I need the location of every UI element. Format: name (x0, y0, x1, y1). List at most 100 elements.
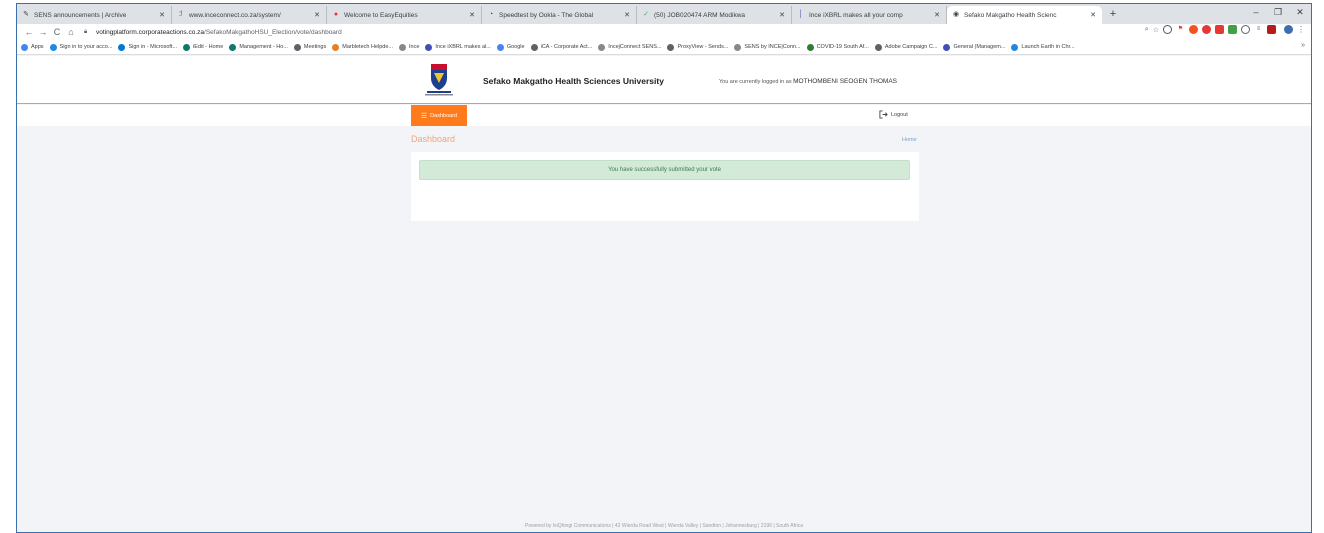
new-tab-button[interactable]: + (1106, 6, 1120, 24)
close-window-button[interactable]: ✕ (1289, 4, 1311, 22)
browser-tab[interactable]: ✓ (50) JOB020474 ARM Modikwa ✕ (637, 6, 792, 24)
bookmark-label: iCA - Corporate Act... (540, 44, 593, 50)
bookmark-favicon-icon (118, 43, 126, 51)
extension-icon[interactable] (1163, 25, 1172, 34)
bookmark-star-icon[interactable]: ☆ (1153, 26, 1159, 34)
extension-icon[interactable] (1267, 25, 1276, 34)
tab-favicon-icon: ◉ (952, 11, 960, 18)
extension-icon[interactable] (1228, 25, 1237, 34)
back-button[interactable]: ← (22, 27, 36, 37)
bookmark-item[interactable]: Ince (399, 43, 419, 51)
tab-close-icon[interactable]: ✕ (468, 11, 476, 19)
tab-close-icon[interactable]: ✕ (778, 11, 786, 19)
forward-button[interactable]: → (36, 27, 50, 37)
logged-in-prefix: You are currently logged in as (719, 79, 792, 85)
reload-button[interactable]: C (50, 27, 64, 37)
tab-title: SENS announcements | Archive (34, 11, 127, 19)
bookmark-favicon-icon (530, 43, 538, 51)
address-bar[interactable]: 🔒︎ votingplatform.corporateactions.co.za… (84, 25, 342, 39)
browser-tab-active[interactable]: ◉ Sefako Makgatho Health Scienc ✕ (947, 6, 1102, 24)
bookmark-favicon-icon (734, 43, 742, 51)
tab-close-icon[interactable]: ✕ (623, 11, 631, 19)
bookmark-label: Launch Earth in Chr... (1021, 44, 1075, 50)
bookmark-label: ProxyView - Sends... (677, 44, 729, 50)
bookmark-item[interactable]: Apps (21, 43, 44, 51)
home-button[interactable]: ⌂ (64, 27, 78, 37)
bookmark-item[interactable]: Adobe Campaign C... (874, 43, 938, 51)
browser-tab[interactable]: ℐwww.inceconnect.co.za/system/ ✕ (172, 6, 327, 24)
site-navbar: ☰ Dashboard Logout (17, 105, 1311, 126)
tab-title: Ince iXBRL makes all your comp (809, 11, 903, 19)
bookmark-item[interactable]: SENS by INCE|Conn... (734, 43, 801, 51)
bookmark-label: Ince iXBRL makes al... (435, 44, 491, 50)
breadcrumb-home-link[interactable]: Home (902, 137, 917, 143)
tab-close-icon[interactable]: ✕ (1089, 11, 1097, 19)
bookmark-favicon-icon (49, 43, 57, 51)
tab-favicon-icon: ✎ (23, 11, 29, 18)
bookmark-item[interactable]: Ince iXBRL makes al... (425, 43, 491, 51)
success-alert-message: You have successfully submitted your vot… (608, 167, 721, 173)
browser-toolbar: ← → C ⌂ 🔒︎ votingplatform.corporateactio… (17, 24, 1311, 40)
bookmarks-bar: Apps Sign in to your acco... Sign in - Mic… (17, 40, 1311, 55)
bookmark-item[interactable]: COVID-19 South Af... (806, 43, 869, 51)
bookmark-item[interactable]: Sign in to your acco... (49, 43, 113, 51)
browser-tab[interactable]: ✎ SENS announcements | Archive ✕ (17, 6, 172, 24)
tab-favicon-icon: ✓ (643, 11, 649, 18)
site-header: Sefako Makgatho Health Sciences Universi… (17, 56, 1311, 104)
lock-icon: 🔒︎ (84, 28, 88, 35)
bookmark-item[interactable]: Marbletech Helpde... (332, 43, 393, 51)
bookmarks-overflow-button[interactable]: » (1301, 42, 1305, 49)
bookmark-item[interactable]: iEdit - Home (183, 43, 223, 51)
browser-tab[interactable]: │ Ince iXBRL makes all your comp ✕ (792, 6, 947, 24)
zoom-icon[interactable]: ⌕ (1145, 26, 1149, 34)
bookmark-label: IncejConnect SENS... (608, 44, 662, 50)
bookmark-label: Sign in to your acco... (59, 44, 113, 50)
bookmark-item[interactable]: ProxyView - Sends... (667, 43, 729, 51)
bookmark-favicon-icon (425, 43, 433, 51)
tab-title: Speedtest by Ookla - The Global (499, 11, 594, 19)
extension-icon[interactable] (1215, 25, 1224, 34)
tab-favicon-icon: │ (798, 11, 804, 18)
bookmark-item[interactable]: Sign in - Microsoft... (118, 43, 177, 51)
bookmark-item[interactable]: Google (496, 43, 525, 51)
url-path: /SefakoMakgathoHSU_Election/vote/dashboa… (204, 28, 342, 36)
bookmark-favicon-icon (943, 43, 951, 51)
bookmark-label: Adobe Campaign C... (884, 44, 938, 50)
bookmark-item[interactable]: Launch Earth in Chr... (1011, 43, 1075, 51)
tab-close-icon[interactable]: ✕ (313, 11, 321, 19)
bookmark-label: Meetings (303, 44, 327, 50)
page-title: Dashboard (411, 134, 456, 144)
bookmark-favicon-icon (1011, 43, 1019, 51)
browser-window: ✎ SENS announcements | Archive ✕ ℐwww.ince… (16, 3, 1312, 533)
window-controls: – ❐ ✕ (1245, 4, 1311, 22)
bookmark-label: SENS by INCE|Conn... (744, 44, 801, 50)
bookmark-label: Management - Ho... (239, 44, 288, 50)
nav-dashboard-label: Dashboard (430, 112, 458, 119)
logout-link[interactable]: Logout (879, 110, 908, 119)
tab-title: Welcome to EasyEquities (344, 11, 418, 19)
bookmark-item[interactable]: IncejConnect SENS... (598, 43, 662, 51)
browser-tab[interactable]: ● Welcome to EasyEquities ✕ (327, 6, 482, 24)
profile-avatar-icon[interactable] (1284, 25, 1293, 34)
bookmark-favicon-icon (183, 43, 191, 51)
browser-tab[interactable]: ◔ Speedtest by Ookla - The Global ✕ (482, 6, 637, 24)
extension-icon[interactable]: ≡ (1254, 25, 1263, 34)
extension-icon[interactable] (1241, 25, 1250, 34)
nav-dashboard-button[interactable]: ☰ Dashboard (411, 105, 467, 126)
bookmark-item[interactable]: Meetings (293, 43, 327, 51)
menu-kebab-icon[interactable]: ⋮ (1297, 25, 1305, 34)
bookmark-item[interactable]: Management - Ho... (229, 43, 288, 51)
logout-icon (879, 110, 888, 119)
bookmark-favicon-icon (399, 43, 406, 51)
extension-icon[interactable] (1202, 25, 1211, 34)
bookmark-label: Apps (31, 44, 44, 50)
bookmark-item[interactable]: iCA - Corporate Act... (530, 43, 593, 51)
tab-close-icon[interactable]: ✕ (933, 11, 941, 19)
restore-button[interactable]: ❐ (1267, 4, 1289, 22)
flag-icon[interactable]: ⚑ (1176, 25, 1185, 34)
tab-close-icon[interactable]: ✕ (158, 11, 166, 19)
extension-icon[interactable] (1189, 25, 1198, 34)
minimize-button[interactable]: – (1245, 4, 1267, 22)
bookmark-label: Marbletech Helpde... (342, 44, 393, 50)
bookmark-item[interactable]: General (Managem... (943, 43, 1005, 51)
